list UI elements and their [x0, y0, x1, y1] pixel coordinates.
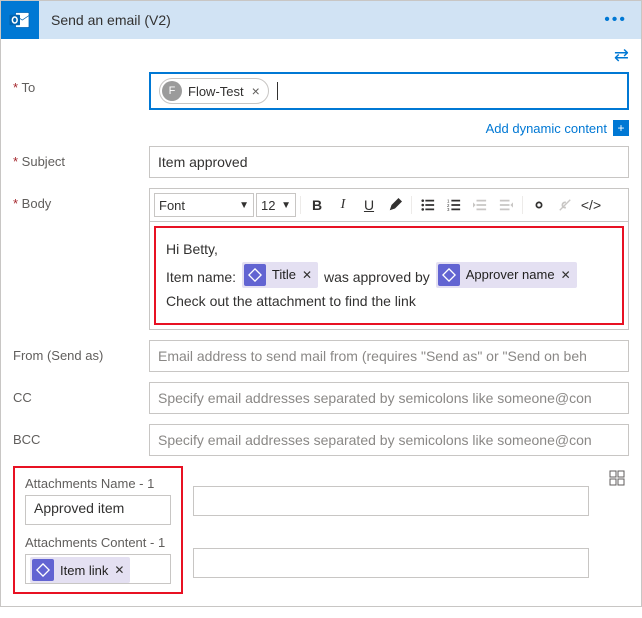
font-size-select[interactable]: 12▼ [256, 193, 296, 217]
attachment-name-label: Attachments Name - 1 [25, 476, 171, 491]
chevron-down-icon: ▼ [239, 200, 249, 211]
bold-button[interactable]: B [305, 193, 329, 217]
dynamic-token-icon [244, 264, 266, 286]
number-list-button[interactable]: 123 [442, 193, 466, 217]
underline-button[interactable]: U [357, 193, 381, 217]
link-button[interactable] [527, 193, 551, 217]
code-view-button[interactable]: </> [579, 193, 603, 217]
bcc-label: BCC [13, 424, 149, 447]
switch-array-mode-icon[interactable] [605, 466, 629, 490]
attachment-content-field-ext[interactable] [193, 548, 589, 578]
attachments-section: Attachments Name - 1 Approved item Attac… [13, 466, 629, 594]
to-input[interactable]: F Flow-Test × [149, 72, 629, 110]
cc-input[interactable]: Specify email addresses separated by sem… [149, 382, 629, 414]
outlook-icon [1, 1, 39, 39]
action-card: Send an email (V2) ••• ⇄ To F Flow-Test … [0, 0, 642, 607]
remove-token-icon[interactable]: ✕ [561, 265, 571, 285]
add-dynamic-content-link[interactable]: Add dynamic content [486, 121, 607, 136]
attachment-content-input[interactable]: Item link ✕ [25, 554, 171, 584]
from-label: From (Send as) [13, 340, 149, 363]
card-title: Send an email (V2) [39, 12, 598, 28]
attachment-name-input[interactable]: Approved item [25, 495, 171, 525]
svg-text:3: 3 [447, 207, 450, 212]
body-line: Item name: Title ✕ was approved by [166, 262, 612, 290]
subject-value: Item approved [158, 154, 248, 170]
card-menu-button[interactable]: ••• [598, 7, 633, 33]
italic-button[interactable]: I [331, 193, 355, 217]
bullet-list-button[interactable] [416, 193, 440, 217]
outdent-button[interactable] [468, 193, 492, 217]
attachment-name-field-ext[interactable] [193, 486, 589, 516]
dynamic-token-icon [438, 264, 460, 286]
unlink-button[interactable] [553, 193, 577, 217]
to-label: To [13, 72, 149, 95]
body-line: Hi Betty, [166, 238, 612, 262]
dynamic-token-approver[interactable]: Approver name ✕ [436, 262, 577, 288]
body-line: Check out the attachment to find the lin… [166, 290, 612, 314]
body-editor: Font▼ 12▼ B I U [149, 188, 629, 330]
subject-label: Subject [13, 146, 149, 169]
chevron-down-icon: ▼ [281, 200, 291, 211]
avatar: F [162, 81, 182, 101]
add-dynamic-plus-icon[interactable]: + [613, 120, 629, 136]
dynamic-token-title[interactable]: Title ✕ [242, 262, 318, 288]
attachments-highlight: Attachments Name - 1 Approved item Attac… [13, 466, 183, 594]
from-input[interactable]: Email address to send mail from (require… [149, 340, 629, 372]
body-label: Body [13, 188, 149, 211]
swap-icon[interactable]: ⇄ [614, 45, 629, 66]
pencil-icon[interactable] [383, 193, 407, 217]
font-select[interactable]: Font▼ [154, 193, 254, 217]
indent-button[interactable] [494, 193, 518, 217]
bcc-input[interactable]: Specify email addresses separated by sem… [149, 424, 629, 456]
body-content[interactable]: Hi Betty, Item name: Title ✕ was approve… [154, 226, 624, 325]
text-caret [277, 82, 278, 100]
editor-toolbar: Font▼ 12▼ B I U [150, 189, 628, 222]
card-header: Send an email (V2) ••• [1, 1, 641, 39]
remove-token-icon[interactable]: ✕ [302, 265, 312, 285]
dynamic-token-icon [32, 559, 54, 581]
recipient-name: Flow-Test [188, 84, 244, 99]
attachment-content-label: Attachments Content - 1 [25, 535, 171, 550]
dynamic-token-itemlink[interactable]: Item link ✕ [30, 557, 130, 583]
remove-recipient-icon[interactable]: × [252, 83, 260, 99]
recipient-chip[interactable]: F Flow-Test × [159, 78, 269, 104]
remove-token-icon[interactable]: ✕ [114, 563, 124, 577]
subject-input[interactable]: Item approved [149, 146, 629, 178]
cc-label: CC [13, 382, 149, 405]
